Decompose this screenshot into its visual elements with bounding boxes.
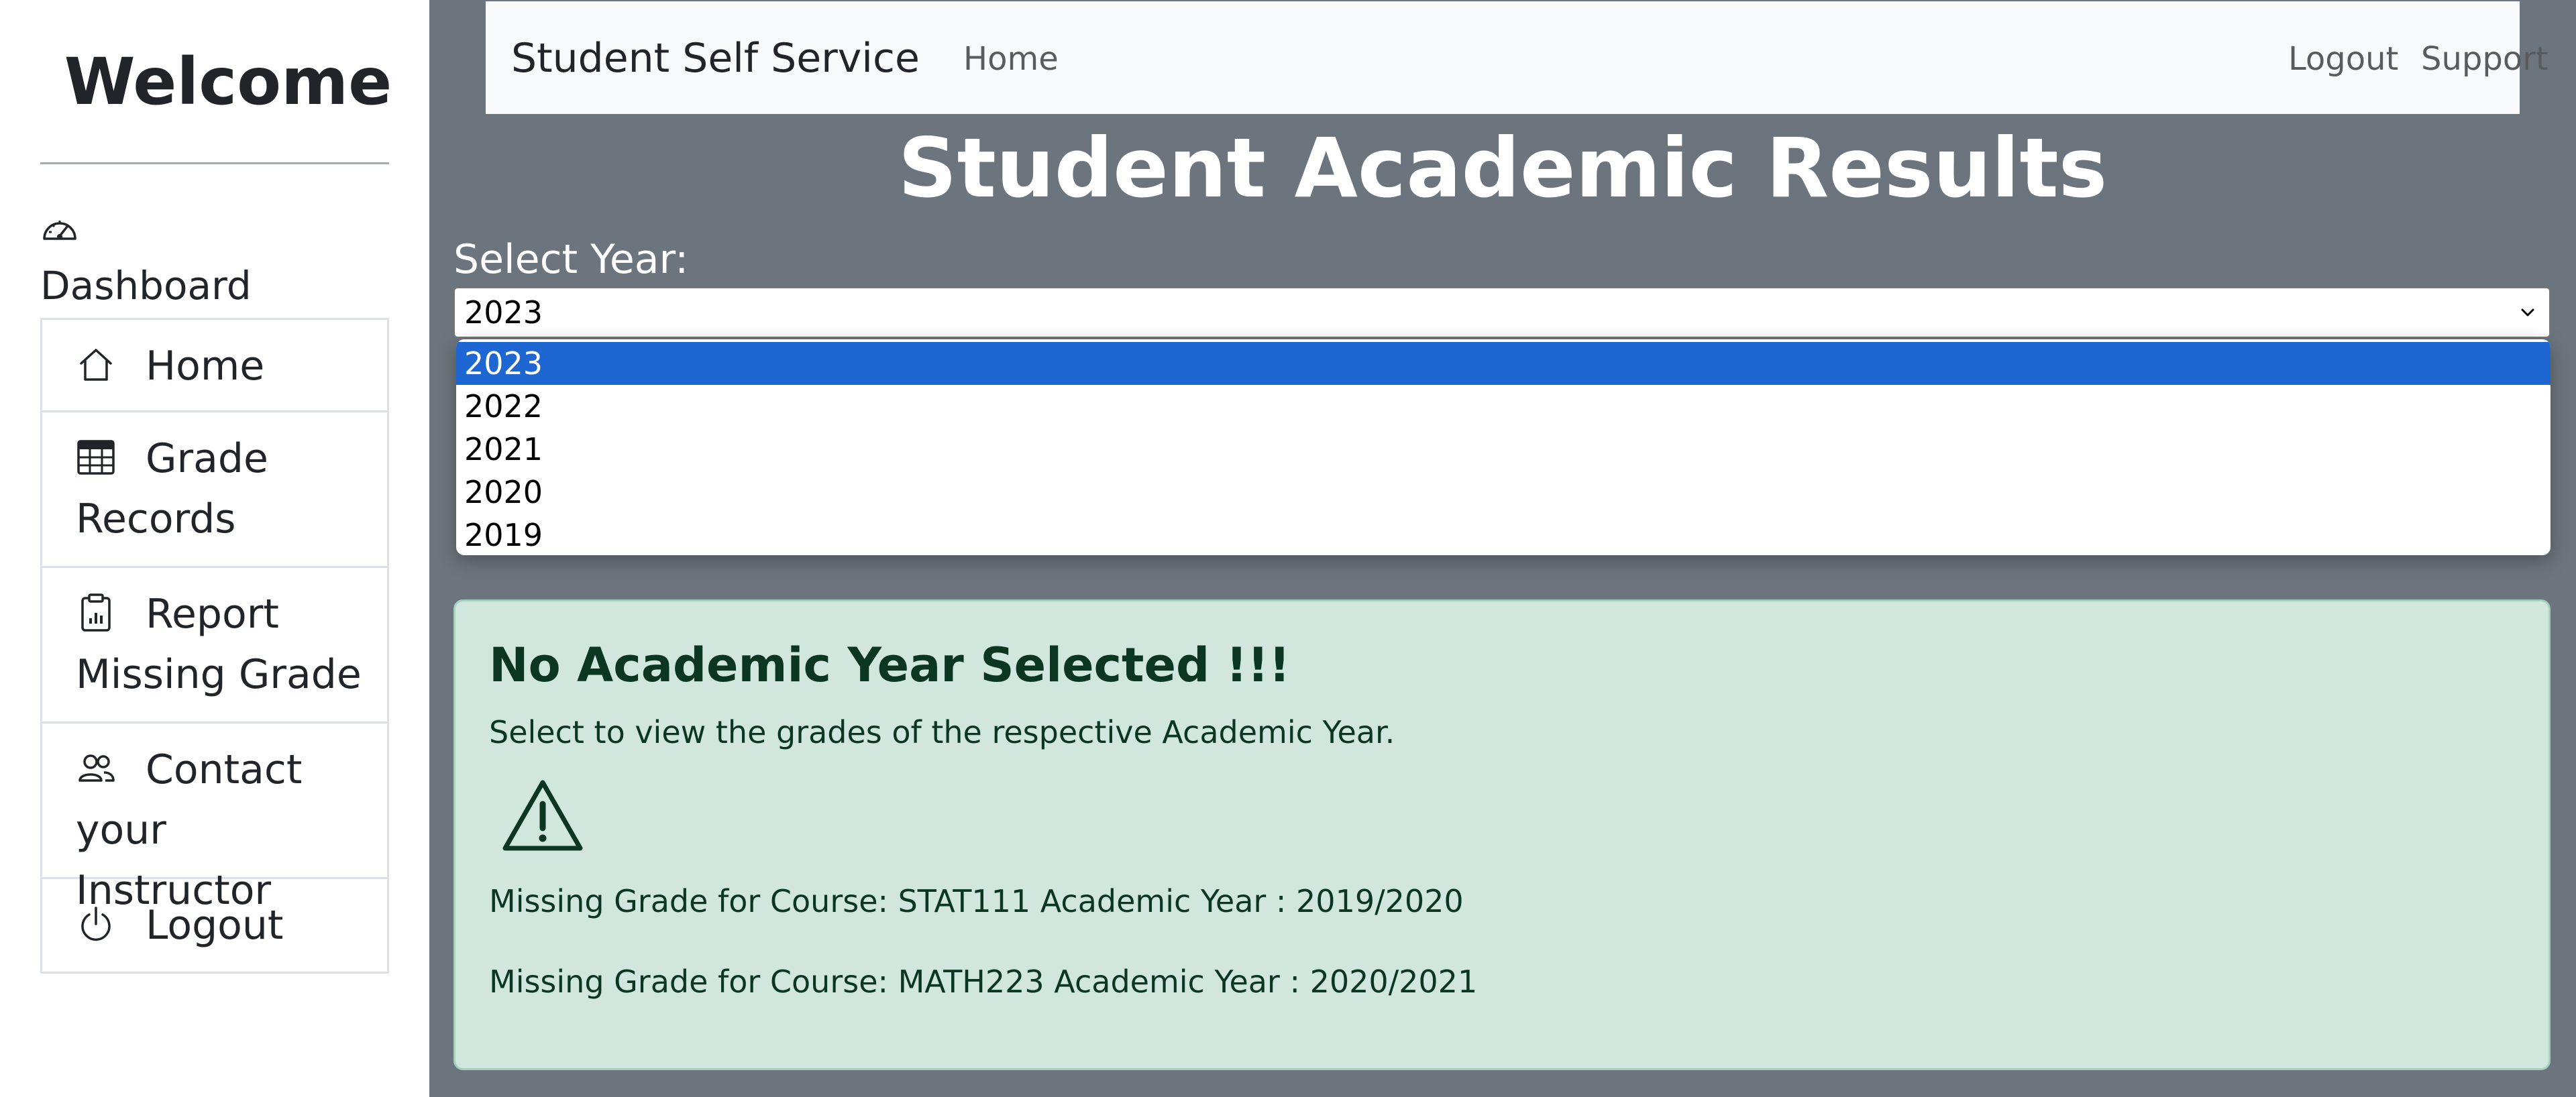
missing-grade-entry: Missing Grade for Course: STAT111 Academ… — [489, 883, 1464, 919]
year-option[interactable]: 2023 — [456, 342, 2551, 385]
table-icon — [77, 440, 115, 475]
speedometer-icon — [43, 221, 76, 240]
sidebar-item-label: Home — [146, 343, 265, 390]
sidebar-item-home[interactable]: Home — [42, 320, 387, 412]
year-option[interactable]: 2020 — [456, 471, 2551, 514]
sidebar-item-label: Report — [146, 591, 279, 638]
top-navbar: Student Self Service Home Logout Support — [486, 1, 2548, 114]
year-dropdown-list: 2023 2022 2021 2020 2019 — [456, 339, 2551, 555]
year-option[interactable]: 2019 — [456, 514, 2551, 555]
warning-triangle-icon — [502, 780, 583, 851]
nav-link-logout[interactable]: Logout — [2288, 40, 2398, 78]
missing-grade-entry: Missing Grade for Course: MATH223 Academ… — [489, 964, 1478, 1000]
clipboard-chart-icon — [81, 593, 111, 632]
sidebar: Welcome Dashboard Home Grade Records Rep… — [0, 0, 429, 1097]
alert-description: Select to view the grades of the respect… — [489, 714, 1395, 750]
sidebar-item-report-missing-grade[interactable]: Report Missing Grade — [42, 568, 387, 724]
sidebar-item-label: Grade — [146, 435, 268, 482]
sidebar-divider — [40, 162, 389, 164]
sidebar-item-label: Logout — [146, 902, 284, 949]
dashboard-label: Dashboard — [40, 263, 252, 308]
people-icon — [78, 754, 115, 782]
sidebar-item-contact-instructor[interactable]: Contact your Instructor — [42, 724, 387, 914]
no-year-alert: No Academic Year Selected !!! Select to … — [453, 599, 2551, 1070]
year-option[interactable]: 2021 — [456, 428, 2551, 471]
sidebar-menu: Home Grade Records Report Missing Grade … — [40, 318, 389, 974]
nav-link-support[interactable]: Support — [2421, 40, 2548, 78]
navbar-brand[interactable]: Student Self Service — [511, 35, 920, 82]
sidebar-item-label-line2: Records — [76, 496, 236, 542]
alert-heading: No Academic Year Selected !!! — [489, 638, 1291, 693]
year-select-value: 2023 — [464, 294, 543, 331]
nav-link-home[interactable]: Home — [963, 40, 1059, 78]
chevron-down-icon — [2521, 308, 2534, 316]
sidebar-item-label-line2: Missing Grade — [76, 651, 362, 698]
year-option[interactable]: 2022 — [456, 385, 2551, 428]
sidebar-item-grade-records[interactable]: Grade Records — [42, 412, 387, 568]
page-title: Student Academic Results — [898, 121, 2108, 216]
house-icon — [80, 349, 112, 381]
power-icon — [81, 907, 111, 941]
welcome-heading: Welcome — [64, 44, 392, 119]
sidebar-item-label: Contact — [146, 746, 303, 793]
main-content: Student Self Service Home Logout Support… — [429, 0, 2576, 1097]
year-select[interactable]: 2023 — [453, 287, 2551, 338]
select-year-label: Select Year: — [453, 236, 689, 283]
